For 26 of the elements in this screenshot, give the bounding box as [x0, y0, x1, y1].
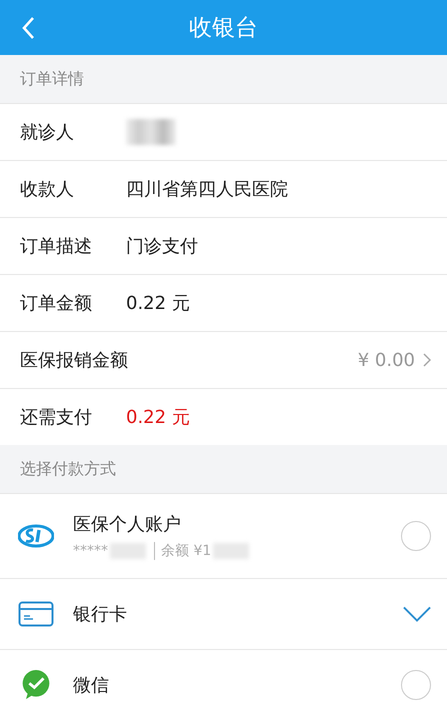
- payment-method-name: 微信: [73, 674, 110, 697]
- redaction-blur: [126, 119, 176, 145]
- field-label: 收款人: [20, 178, 75, 201]
- balance-text: 余额 ¥1: [161, 542, 212, 560]
- section-header: 订单详情: [19, 68, 85, 90]
- payment-method-name: 医保个人账户: [73, 513, 182, 536]
- field-label: 还需支付: [20, 406, 93, 429]
- page-title: 收银台: [189, 14, 258, 43]
- field-label: 订单描述: [20, 235, 93, 258]
- payment-method-name: 银行卡: [73, 603, 128, 626]
- field-value: 0.22 元: [126, 292, 190, 315]
- field-value: 门诊支付: [126, 235, 198, 258]
- field-label: 医保报销金额: [20, 349, 128, 372]
- chevron-right-icon[interactable]: [423, 353, 431, 367]
- account-number: *****: [73, 543, 108, 559]
- section-header: 选择付款方式: [19, 458, 117, 480]
- field-value: 四川省第四人民医院: [126, 178, 288, 201]
- bank-card-icon: [18, 599, 54, 629]
- amount-due: 0.22 元: [126, 406, 190, 429]
- checkmark-icon[interactable]: [403, 605, 431, 623]
- field-value[interactable]: ¥ 0.00: [358, 350, 415, 370]
- radio-button[interactable]: [401, 521, 431, 551]
- field-label: 就诊人: [20, 121, 75, 144]
- field-label: 订单金额: [20, 292, 93, 315]
- radio-button[interactable]: [401, 670, 431, 700]
- back-icon[interactable]: [21, 16, 35, 40]
